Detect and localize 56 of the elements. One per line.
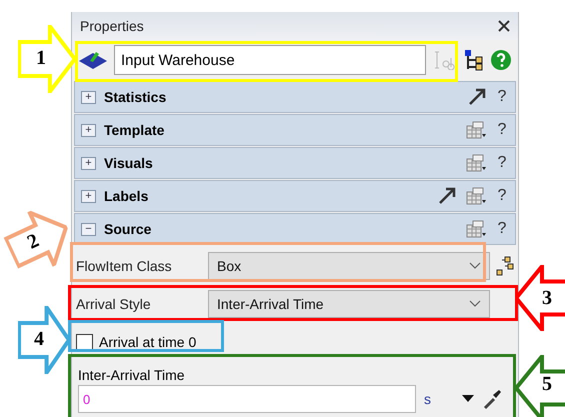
section-title: Source — [104, 221, 152, 237]
callout-arrow — [18, 306, 70, 374]
section-header[interactable]: + Visuals ? — [74, 147, 516, 179]
help-icon[interactable] — [490, 49, 512, 71]
template-icon[interactable] — [465, 153, 487, 173]
toggle-button[interactable]: − — [81, 222, 96, 236]
section-header[interactable]: + Template ? — [74, 114, 516, 146]
object-name-field[interactable]: Input Warehouse — [114, 45, 426, 75]
diagonal-arrow-icon[interactable] — [437, 186, 457, 206]
warehouse-icon — [78, 49, 108, 71]
section-title: Statistics — [104, 89, 168, 105]
diagonal-arrow-icon[interactable] — [467, 87, 487, 107]
callout-arrow — [515, 355, 565, 417]
close-button[interactable] — [498, 20, 510, 32]
section-header[interactable]: + Labels ? — [74, 180, 516, 212]
toggle-button[interactable]: + — [81, 190, 96, 202]
callout-number: 3 — [542, 287, 552, 310]
help-button[interactable]: ? — [495, 88, 509, 106]
help-button[interactable]: ? — [495, 187, 509, 205]
section-title: Labels — [104, 188, 150, 204]
section-title: Template — [104, 122, 166, 138]
template-icon[interactable] — [465, 120, 487, 140]
unit-label: s — [424, 391, 432, 407]
section-header[interactable]: − Source ? — [74, 213, 516, 245]
checkbox[interactable] — [76, 334, 93, 350]
template-icon[interactable] — [465, 186, 487, 206]
tree-icon[interactable] — [464, 49, 484, 71]
template-icon[interactable] — [465, 219, 487, 239]
dropdown-arrow-icon[interactable] — [462, 395, 474, 403]
toggle-button[interactable]: + — [81, 90, 96, 104]
tree-icon[interactable] — [496, 256, 514, 276]
dropdown[interactable]: Inter-Arrival Time — [208, 290, 490, 318]
callout-arrow — [18, 25, 76, 93]
value-field[interactable]: 0 — [78, 385, 416, 413]
callout-number: 5 — [542, 373, 552, 396]
chevron-icon — [469, 300, 481, 308]
section-title: Visuals — [104, 155, 154, 171]
section-header[interactable]: + Statistics ? — [74, 81, 516, 113]
chevron-icon — [469, 262, 481, 270]
help-button[interactable]: ? — [495, 121, 509, 139]
field-label: FlowItem Class — [76, 258, 173, 274]
callout-arrow — [515, 265, 565, 331]
eyedropper-icon[interactable] — [482, 388, 502, 410]
toggle-button[interactable]: + — [81, 124, 96, 136]
callout-number: 2 — [24, 230, 43, 255]
help-button[interactable]: ? — [495, 220, 509, 238]
checkbox-label: Arrival at time 0 — [99, 334, 196, 350]
field-label: Arrival Style — [76, 296, 152, 312]
panel-title: Properties — [80, 18, 144, 34]
callout-number: 4 — [34, 328, 44, 351]
toggle-button[interactable]: + — [81, 156, 96, 170]
dropdown[interactable]: Box — [208, 252, 490, 280]
help-button[interactable]: ? — [495, 154, 509, 172]
close-icon — [498, 20, 510, 32]
field-label: Inter-Arrival Time — [77, 366, 186, 383]
callout-number: 1 — [36, 47, 46, 70]
